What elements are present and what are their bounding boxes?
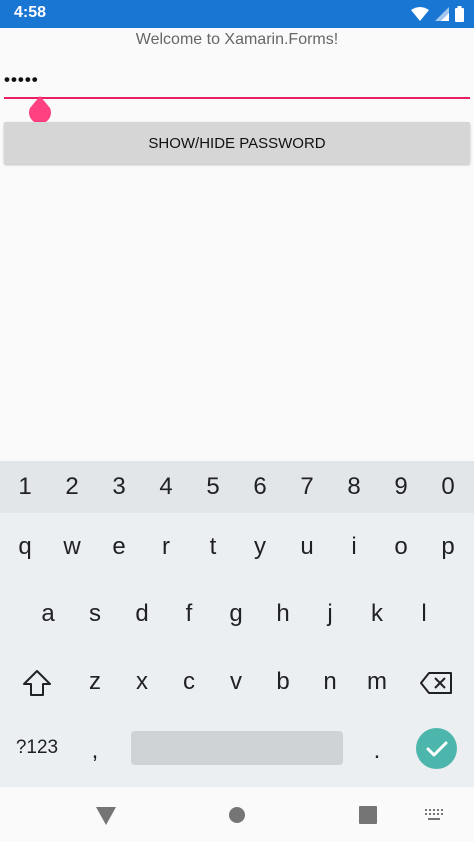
key-p[interactable]: p [428, 521, 468, 573]
key-y[interactable]: y [240, 521, 280, 573]
key-x[interactable]: x [122, 656, 162, 708]
home-icon[interactable] [228, 806, 246, 824]
key-8[interactable]: 8 [334, 461, 374, 513]
key-b[interactable]: b [263, 656, 303, 708]
key-r[interactable]: r [146, 521, 186, 573]
key-comma[interactable]: , [75, 725, 115, 777]
key-7[interactable]: 7 [287, 461, 327, 513]
key-w[interactable]: w [52, 521, 92, 573]
status-bar: 4:58 [0, 0, 474, 28]
wifi-icon [411, 7, 429, 21]
key-c[interactable]: c [169, 656, 209, 708]
key-i[interactable]: i [334, 521, 374, 573]
enter-button[interactable] [416, 728, 457, 769]
symbols-key[interactable]: ?123 [10, 722, 64, 774]
key-j[interactable]: j [310, 588, 350, 640]
key-0[interactable]: 0 [428, 461, 468, 513]
welcome-label: Welcome to Xamarin.Forms! [135, 31, 339, 48]
show-hide-password-button[interactable]: SHOW/HIDE PASSWORD [4, 122, 470, 164]
key-d[interactable]: d [122, 588, 162, 640]
key-e[interactable]: e [99, 521, 139, 573]
key-o[interactable]: o [381, 521, 421, 573]
recents-icon[interactable] [359, 806, 377, 824]
key-z[interactable]: z [75, 656, 115, 708]
key-v[interactable]: v [216, 656, 256, 708]
navigation-bar [0, 787, 474, 842]
password-entry-underline [4, 97, 470, 99]
key-3[interactable]: 3 [99, 461, 139, 513]
key-g[interactable]: g [216, 588, 256, 640]
status-time: 4:58 [14, 4, 47, 21]
key-1[interactable]: 1 [5, 461, 45, 513]
key-period[interactable]: . [357, 725, 397, 777]
key-9[interactable]: 9 [381, 461, 421, 513]
backspace-icon[interactable] [419, 671, 453, 695]
soft-keyboard: 1 2 3 4 5 6 7 8 9 0 q w e r t y u i o p … [0, 461, 474, 787]
text-cursor-handle-icon[interactable] [28, 96, 52, 122]
back-icon[interactable] [96, 807, 116, 825]
key-l[interactable]: l [404, 588, 444, 640]
key-h[interactable]: h [263, 588, 303, 640]
key-k[interactable]: k [357, 588, 397, 640]
battery-icon [455, 6, 464, 22]
key-q[interactable]: q [5, 521, 45, 573]
key-4[interactable]: 4 [146, 461, 186, 513]
password-entry[interactable]: ••••• [4, 70, 470, 100]
cell-signal-icon [435, 7, 449, 21]
spacebar[interactable] [131, 731, 343, 765]
status-icons [411, 6, 464, 22]
key-m[interactable]: m [357, 656, 397, 708]
shift-icon[interactable] [22, 669, 52, 697]
key-f[interactable]: f [169, 588, 209, 640]
app-content: Welcome to Xamarin.Forms! ••••• SHOW/HID… [0, 28, 474, 461]
key-a[interactable]: a [28, 588, 68, 640]
key-u[interactable]: u [287, 521, 327, 573]
keyboard-switch-icon[interactable] [424, 808, 444, 822]
key-5[interactable]: 5 [193, 461, 233, 513]
key-n[interactable]: n [310, 656, 350, 708]
key-t[interactable]: t [193, 521, 233, 573]
checkmark-icon [426, 741, 448, 757]
key-s[interactable]: s [75, 588, 115, 640]
key-6[interactable]: 6 [240, 461, 280, 513]
keyboard-number-row: 1 2 3 4 5 6 7 8 9 0 [0, 461, 474, 513]
key-2[interactable]: 2 [52, 461, 92, 513]
